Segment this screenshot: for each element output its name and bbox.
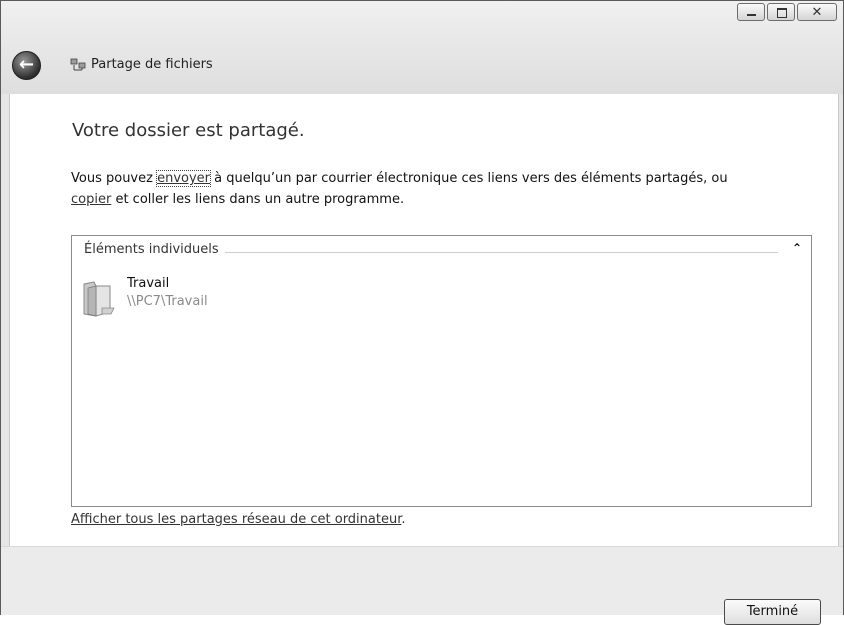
group-header: Éléments individuels ⌃ [84, 241, 802, 260]
desc-middle: à quelqu’un par courrier électronique ce… [210, 171, 728, 186]
back-button[interactable]: ← [12, 51, 41, 80]
send-link[interactable]: envoyer [156, 170, 211, 187]
minimize-icon [747, 14, 756, 16]
show-all-shares-link[interactable]: Afficher tous les partages réseau de cet… [71, 512, 401, 527]
folder-icon [83, 281, 115, 317]
command-bar: Terminé [1, 546, 843, 625]
copy-link[interactable]: copier [71, 192, 111, 207]
item-path: \\PC7\Travail [127, 294, 208, 309]
minimize-button[interactable] [737, 3, 765, 21]
item-name: Travail [127, 276, 170, 291]
page-heading: Votre dossier est partagé. [72, 120, 305, 141]
content-panel: Votre dossier est partagé. Vous pouvez e… [9, 94, 839, 546]
group-label: Éléments individuels [84, 242, 225, 257]
network-shares-text: Afficher tous les partages réseau de cet… [71, 512, 406, 527]
done-button[interactable]: Terminé [724, 599, 821, 625]
file-sharing-window: ✕ ← Partage de fichiers Votre dossier es… [0, 0, 844, 625]
caption-buttons: ✕ [735, 3, 837, 21]
close-icon: ✕ [811, 5, 823, 20]
network-sharing-icon [70, 58, 86, 71]
title-bar: ✕ ← Partage de fichiers [1, 1, 843, 94]
window-title: Partage de fichiers [91, 57, 213, 72]
maximize-button[interactable] [767, 3, 795, 21]
desc-prefix: Vous pouvez [71, 171, 158, 186]
desc-suffix: et coller les liens dans un autre progra… [111, 192, 405, 207]
close-button[interactable]: ✕ [797, 3, 837, 21]
instructions-text: Vous pouvez envoyer à quelqu’un par cour… [71, 168, 811, 210]
list-item[interactable]: Travail \\PC7\Travail [80, 276, 380, 320]
maximize-icon [777, 8, 787, 18]
collapse-chevron-icon[interactable]: ⌃ [792, 241, 802, 255]
footer-link-suffix: . [401, 512, 406, 527]
shared-items-list[interactable]: Éléments individuels ⌃ Travail \\PC7\Tra… [71, 235, 812, 507]
